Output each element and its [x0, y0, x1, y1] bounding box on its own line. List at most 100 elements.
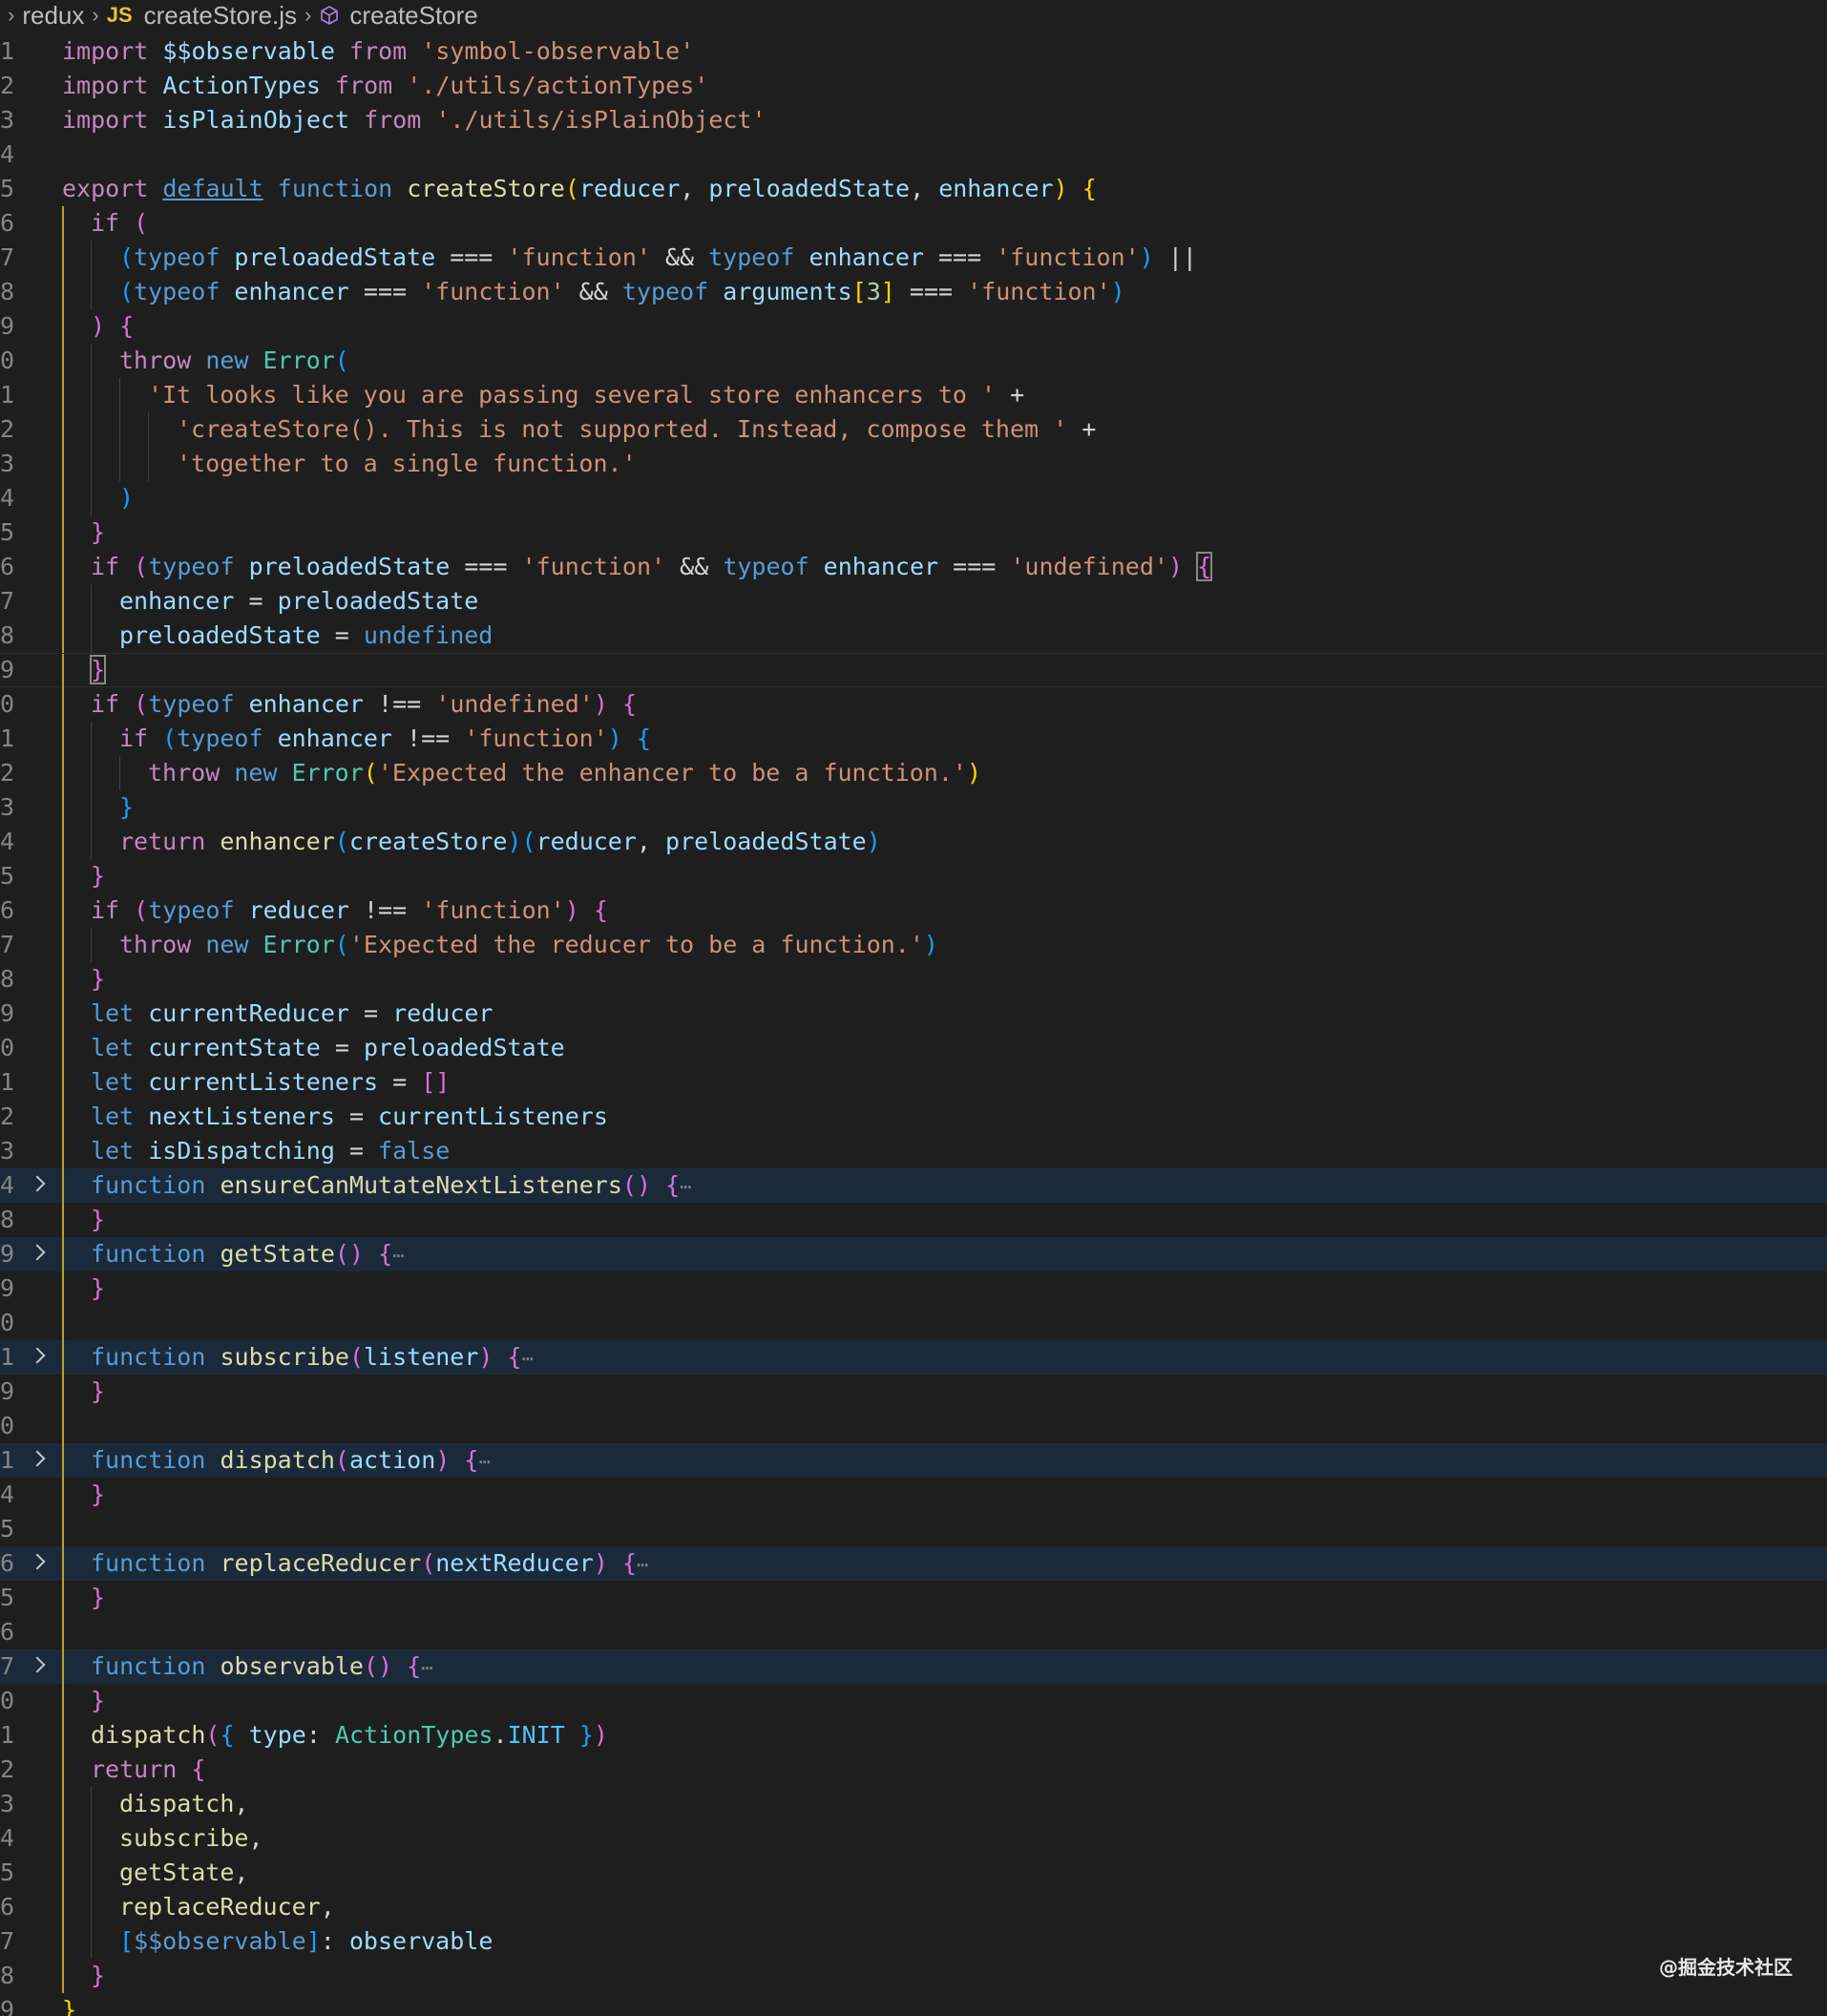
code-token: []	[421, 1068, 451, 1096]
code-line[interactable]: 9 function getState() {⋯	[0, 1237, 1827, 1271]
code-line[interactable]: 1 'It looks like you are passing several …	[0, 378, 1827, 412]
code-line[interactable]: 4}	[0, 1478, 1827, 1512]
fold-chevron-icon[interactable]	[29, 1656, 46, 1673]
code-line[interactable]: 4 return enhancer(createStore)(reducer, p…	[0, 825, 1827, 859]
code-token: 'undefined'	[435, 690, 594, 718]
code-line[interactable]: 4 subscribe,	[0, 1821, 1827, 1856]
code-line[interactable]: 0 throw new Error(	[0, 344, 1827, 378]
code-line[interactable]: 8}	[0, 962, 1827, 997]
code-token: './utils/actionTypes'	[407, 72, 709, 99]
fold-chevron-icon[interactable]	[29, 1175, 46, 1192]
code-line[interactable]: 1 if (typeof enhancer !== 'function') {	[0, 722, 1827, 756]
code-line[interactable]: 5	[0, 1512, 1827, 1546]
code-line[interactable]: 8 preloadedState = undefined	[0, 619, 1827, 653]
code-line[interactable]: 3 import isPlainObject from './utils/isPl…	[0, 103, 1827, 137]
code-line[interactable]: 0}	[0, 1684, 1827, 1718]
code-line[interactable]: 0 if (typeof enhancer !== 'undefined') {	[0, 687, 1827, 722]
code-line[interactable]: 1 import $$observable from 'symbol-observ…	[0, 34, 1827, 69]
folded-ellipsis-icon[interactable]: ⋯	[680, 1175, 691, 1198]
code-line[interactable]: 0	[0, 1409, 1827, 1443]
code-line[interactable]: 4)	[0, 481, 1827, 515]
code-line[interactable]: 6 if (typeof preloadedState === 'function…	[0, 550, 1827, 584]
code-line[interactable]: 5}	[0, 1581, 1827, 1615]
code-line[interactable]: 7 throw new Error('Expected the reducer t…	[0, 928, 1827, 962]
code-line[interactable]: 3 let isDispatching = false	[0, 1134, 1827, 1168]
code-line[interactable]: 9}	[0, 1375, 1827, 1409]
code-line[interactable]: 5}	[0, 859, 1827, 893]
code-line[interactable]: 7 (typeof preloadedState === 'function' &…	[0, 241, 1827, 275]
line-number: 5	[0, 175, 13, 202]
code-line[interactable]: 6 replaceReducer,	[0, 1890, 1827, 1924]
code-line[interactable]: 2 let nextListeners = currentListeners	[0, 1100, 1827, 1134]
code-line[interactable]: 0 let currentState = preloadedState	[0, 1031, 1827, 1065]
code-line[interactable]: 1 dispatch({ type: ActionTypes.INIT })	[0, 1718, 1827, 1753]
code-token: undefined	[363, 621, 494, 649]
indent-guide	[62, 1684, 64, 1718]
code-line[interactable]: 6 if (typeof reducer !== 'function') {	[0, 893, 1827, 928]
code-line[interactable]: 5}	[0, 515, 1827, 550]
code-line[interactable]: 8}	[0, 1203, 1827, 1237]
breadcrumb-folder[interactable]: redux	[22, 1, 84, 31]
indent-guide	[62, 1649, 64, 1684]
code-token: isDispatching	[148, 1137, 349, 1165]
code-line[interactable]: 1 function dispatch(action) {⋯	[0, 1443, 1827, 1478]
code-line[interactable]: 5 getState,	[0, 1856, 1827, 1890]
code-line[interactable]: 2 import ActionTypes from './utils/action…	[0, 69, 1827, 103]
folded-ellipsis-icon[interactable]: ⋯	[637, 1553, 648, 1576]
code-line[interactable]: 3 'together to a single function.'	[0, 447, 1827, 481]
code-token: ActionTypes	[334, 1721, 494, 1749]
code-line[interactable]: 9}	[0, 1271, 1827, 1306]
code-line[interactable]: 7 [$$observable]: observable	[0, 1924, 1827, 1959]
fold-chevron-icon[interactable]	[29, 1244, 46, 1261]
code-token: )	[91, 312, 106, 340]
fold-chevron-icon[interactable]	[29, 1347, 46, 1364]
breadcrumb-file[interactable]: createStore.js	[144, 1, 297, 31]
code-line[interactable]: 7 enhancer = preloadedState	[0, 584, 1827, 619]
code-line[interactable]: 6 if (	[0, 206, 1827, 241]
code-token: ,	[320, 1893, 335, 1921]
code-text: import isPlainObject from './utils/isPla…	[62, 103, 766, 137]
code-line[interactable]: 9}	[0, 653, 1827, 688]
code-line[interactable]: 4 function ensureCanMutateNextListeners()…	[0, 1168, 1827, 1203]
line-number: 6	[0, 1618, 13, 1646]
folded-ellipsis-icon[interactable]: ⋯	[421, 1656, 432, 1679]
code-text: let currentState = preloadedState	[91, 1031, 565, 1065]
code-token: }	[91, 1687, 106, 1714]
code-line[interactable]: 4	[0, 137, 1827, 172]
code-token: reducer	[248, 896, 364, 924]
folded-ellipsis-icon[interactable]: ⋯	[478, 1450, 490, 1473]
code-line[interactable]: 6	[0, 1615, 1827, 1649]
code-line[interactable]: 9 let currentReducer = reducer	[0, 997, 1827, 1031]
symbol-method-icon	[319, 5, 340, 26]
fold-chevron-icon[interactable]	[29, 1450, 46, 1467]
folded-ellipsis-icon[interactable]: ⋯	[522, 1347, 534, 1370]
code-line[interactable]: 0	[0, 1306, 1827, 1340]
code-line[interactable]: 5 export default function createStore(red…	[0, 172, 1827, 206]
fold-chevron-icon[interactable]	[29, 1553, 46, 1570]
code-line[interactable]: 3 dispatch,	[0, 1787, 1827, 1821]
code-line[interactable]: 6 function replaceReducer(nextReducer) {⋯	[0, 1546, 1827, 1581]
line-number: 5	[0, 1584, 13, 1611]
code-line[interactable]: 1 function subscribe(listener) {⋯	[0, 1340, 1827, 1375]
indent-guide	[91, 1856, 92, 1890]
code-token: }	[91, 965, 106, 993]
code-token: let	[91, 1102, 149, 1130]
code-token: (	[334, 346, 349, 374]
code-line[interactable]: 2 throw new Error('Expected the enhancer …	[0, 756, 1827, 790]
code-line[interactable]: 1 let currentListeners = []	[0, 1065, 1827, 1100]
breadcrumb-symbol[interactable]: createStore	[349, 1, 477, 31]
code-line[interactable]: 3}	[0, 790, 1827, 825]
code-line[interactable]: 9) {	[0, 309, 1827, 344]
code-line[interactable]: 7 function observable() {⋯	[0, 1649, 1827, 1684]
code-editor[interactable]: 1 import $$observable from 'symbol-observ…	[0, 34, 1827, 2016]
folded-ellipsis-icon[interactable]: ⋯	[392, 1244, 404, 1267]
code-token: ===	[894, 278, 968, 305]
code-line[interactable]: 8 (typeof enhancer === 'function' && type…	[0, 275, 1827, 309]
code-line[interactable]: 2 'createStore(). This is not supported. …	[0, 412, 1827, 447]
code-line[interactable]: 8}	[0, 1959, 1827, 1993]
code-line[interactable]: 2 return {	[0, 1753, 1827, 1787]
code-token: (	[363, 759, 378, 787]
indent-guide	[62, 687, 64, 722]
code-line[interactable]: 9}	[0, 1993, 1827, 2016]
